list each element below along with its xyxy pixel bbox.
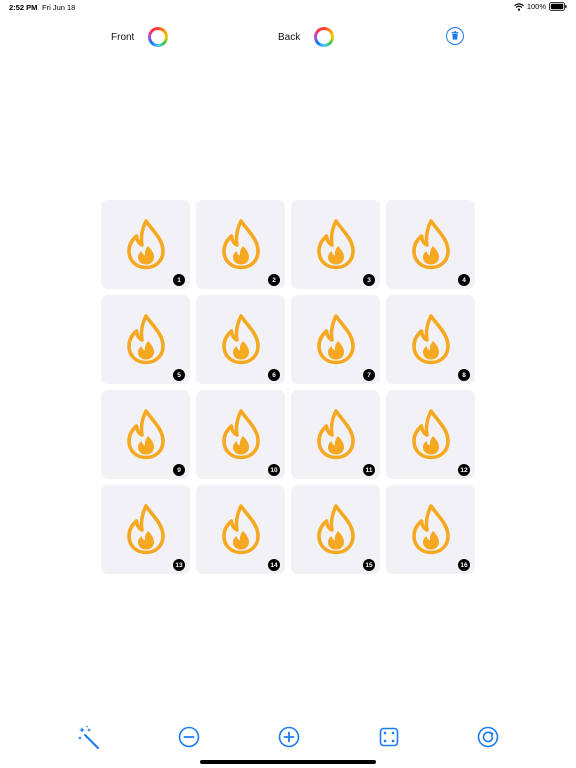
sticker-tile[interactable]: 16 bbox=[386, 485, 475, 574]
tile-number-badge: 8 bbox=[458, 369, 470, 381]
flame-icon bbox=[220, 218, 262, 270]
flame-icon bbox=[125, 218, 167, 270]
tile-number-badge: 9 bbox=[173, 464, 185, 476]
battery-percent: 100% bbox=[526, 2, 546, 11]
front-color-control[interactable]: Front bbox=[111, 24, 169, 50]
home-indicator bbox=[200, 760, 376, 764]
rotate-button[interactable] bbox=[476, 725, 500, 749]
top-toolbar: Front Back bbox=[0, 24, 576, 50]
tile-number-badge: 5 bbox=[173, 369, 185, 381]
back-label: Back bbox=[278, 31, 301, 43]
flame-icon bbox=[410, 503, 452, 555]
zoom-out-button[interactable] bbox=[177, 725, 201, 749]
flame-icon bbox=[125, 503, 167, 555]
sticker-tile[interactable]: 8 bbox=[386, 295, 475, 384]
sticker-tile[interactable]: 5 bbox=[101, 295, 190, 384]
tile-number-badge: 3 bbox=[363, 274, 375, 286]
trash-icon bbox=[451, 27, 459, 45]
sticker-tile[interactable]: 4 bbox=[386, 200, 475, 289]
tile-number-badge: 6 bbox=[268, 369, 280, 381]
rotate-icon bbox=[477, 726, 499, 748]
tile-number-badge: 15 bbox=[363, 559, 375, 571]
flame-icon bbox=[410, 313, 452, 365]
status-indicators: 100% bbox=[513, 2, 567, 11]
tile-number-badge: 16 bbox=[458, 559, 470, 571]
back-color-control[interactable]: Back bbox=[278, 24, 335, 50]
sticker-tile[interactable]: 9 bbox=[101, 390, 190, 479]
flame-icon bbox=[125, 313, 167, 365]
tile-number-badge: 13 bbox=[173, 559, 185, 571]
tile-number-badge: 14 bbox=[268, 559, 280, 571]
front-label: Front bbox=[111, 31, 135, 43]
fit-screen-button[interactable] bbox=[377, 725, 401, 749]
sticker-tile[interactable]: 3 bbox=[291, 200, 380, 289]
sticker-tile[interactable]: 6 bbox=[196, 295, 285, 384]
flame-icon bbox=[410, 218, 452, 270]
flame-icon bbox=[220, 408, 262, 460]
delete-button[interactable] bbox=[446, 27, 464, 45]
sticker-tile[interactable]: 14 bbox=[196, 485, 285, 574]
tile-number-badge: 12 bbox=[458, 464, 470, 476]
plus-circle-icon bbox=[278, 726, 300, 748]
wifi-icon bbox=[513, 2, 524, 11]
flame-icon bbox=[410, 408, 452, 460]
flame-icon bbox=[125, 408, 167, 460]
bottom-toolbar bbox=[0, 724, 576, 750]
sticker-tile[interactable]: 12 bbox=[386, 390, 475, 479]
flame-icon bbox=[220, 503, 262, 555]
sticker-tile[interactable]: 15 bbox=[291, 485, 380, 574]
sticker-tile[interactable]: 1 bbox=[101, 200, 190, 289]
fullscreen-icon bbox=[379, 727, 399, 747]
flame-icon bbox=[315, 503, 357, 555]
sticker-tile[interactable]: 2 bbox=[196, 200, 285, 289]
zoom-in-button[interactable] bbox=[277, 725, 301, 749]
sticker-grid: 1 2 3 4 5 6 7 8 9 10 11 12 13 14 15 16 bbox=[101, 200, 476, 575]
flame-icon bbox=[315, 218, 357, 270]
flame-icon bbox=[315, 408, 357, 460]
tile-number-badge: 7 bbox=[363, 369, 375, 381]
tile-number-badge: 1 bbox=[173, 274, 185, 286]
front-color-wheel-icon[interactable] bbox=[148, 27, 169, 47]
status-bar: 2:52 PM Fri Jun 18 100% bbox=[0, 0, 576, 14]
tile-number-badge: 4 bbox=[458, 274, 470, 286]
battery-icon bbox=[549, 2, 567, 11]
back-color-wheel-icon[interactable] bbox=[314, 27, 335, 47]
flame-icon bbox=[220, 313, 262, 365]
sticker-tile[interactable]: 11 bbox=[291, 390, 380, 479]
magic-wand-button[interactable] bbox=[77, 725, 101, 749]
magic-wand-icon bbox=[77, 725, 101, 749]
minus-circle-icon bbox=[178, 726, 200, 748]
status-time: 2:52 PM bbox=[9, 3, 38, 12]
tile-number-badge: 11 bbox=[363, 464, 375, 476]
status-date: Fri Jun 18 bbox=[42, 3, 76, 12]
sticker-tile[interactable]: 13 bbox=[101, 485, 190, 574]
flame-icon bbox=[315, 313, 357, 365]
sticker-tile[interactable]: 7 bbox=[291, 295, 380, 384]
sticker-tile[interactable]: 10 bbox=[196, 390, 285, 479]
tile-number-badge: 10 bbox=[268, 464, 280, 476]
tile-number-badge: 2 bbox=[268, 274, 280, 286]
